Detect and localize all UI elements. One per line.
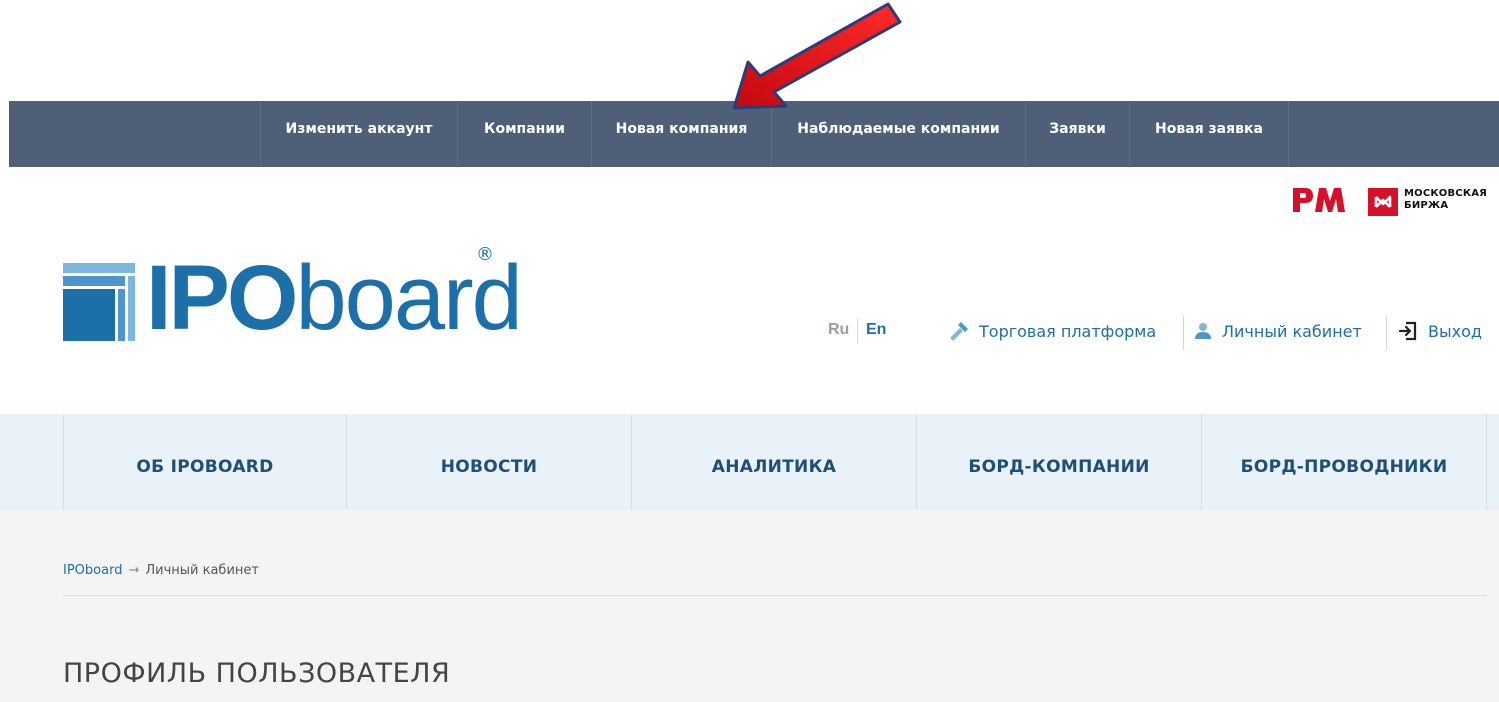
page-title: ПРОФИЛЬ ПОЛЬЗОВАТЕЛЯ	[63, 658, 451, 689]
logout-icon	[1398, 321, 1417, 341]
hammer-icon	[950, 322, 968, 341]
content-area: IPOboard → Личный кабинет ПРОФИЛЬ ПОЛЬЗОВА…	[0, 510, 1499, 702]
nav-board-guides[interactable]: БОРД-ПРОВОДНИКИ	[1201, 414, 1487, 510]
lang-en-link[interactable]: En	[866, 321, 886, 339]
header-divider	[1386, 316, 1387, 350]
admin-companies-link[interactable]: Компании	[457, 101, 591, 167]
personal-cabinet-label: Личный кабинет	[1222, 321, 1362, 341]
moex-line2: БИРЖА	[1404, 200, 1449, 211]
admin-edit-account-link[interactable]: Изменить аккаунт	[260, 101, 457, 167]
pm-partner-logo[interactable]	[1291, 186, 1346, 214]
nav-analytics[interactable]: АНАЛИТИКА	[631, 414, 916, 510]
logout-label: Выход	[1428, 321, 1482, 341]
breadcrumb-current: Личный кабинет	[145, 563, 259, 578]
nav-news[interactable]: НОВОСТИ	[346, 414, 631, 510]
lang-divider	[857, 318, 858, 344]
breadcrumb-divider	[63, 595, 1487, 596]
trading-platform-link[interactable]: Торговая платформа	[948, 318, 1156, 344]
breadcrumb-home-link[interactable]: IPOboard	[63, 563, 122, 578]
moex-line1: МОСКОВСКАЯ	[1404, 188, 1488, 199]
ipoboard-wordmark[interactable]: IPOboard ®	[146, 244, 523, 349]
trading-platform-label: Торговая платформа	[979, 321, 1157, 341]
personal-cabinet-link[interactable]: Личный кабинет	[1193, 318, 1362, 344]
lang-ru-link[interactable]: Ru	[828, 321, 849, 339]
breadcrumb-arrow: →	[128, 563, 140, 578]
admin-new-application-link[interactable]: Новая заявка	[1129, 101, 1289, 167]
admin-applications-link[interactable]: Заявки	[1025, 101, 1129, 167]
brand-ipo-text: IPO	[146, 247, 298, 349]
registered-mark: ®	[476, 244, 494, 265]
annotation-arrow-icon	[732, 2, 902, 110]
main-navigation: ОБ IPOBOARD НОВОСТИ АНАЛИТИКА БОРД-КОМПА…	[0, 414, 1499, 510]
breadcrumb: IPOboard → Личный кабинет	[63, 563, 259, 578]
user-icon	[1195, 323, 1211, 339]
header-divider	[1183, 316, 1184, 350]
ipoboard-logo-icon[interactable]	[63, 263, 135, 341]
moex-logo-icon[interactable]	[1368, 188, 1398, 216]
nav-board-companies[interactable]: БОРД-КОМПАНИИ	[916, 414, 1201, 510]
nav-about-ipoboard[interactable]: ОБ IPOBOARD	[63, 414, 346, 510]
moex-logo-text[interactable]: МОСКОВСКАЯ БИРЖА	[1404, 188, 1496, 212]
logout-link[interactable]: Выход	[1397, 318, 1482, 344]
